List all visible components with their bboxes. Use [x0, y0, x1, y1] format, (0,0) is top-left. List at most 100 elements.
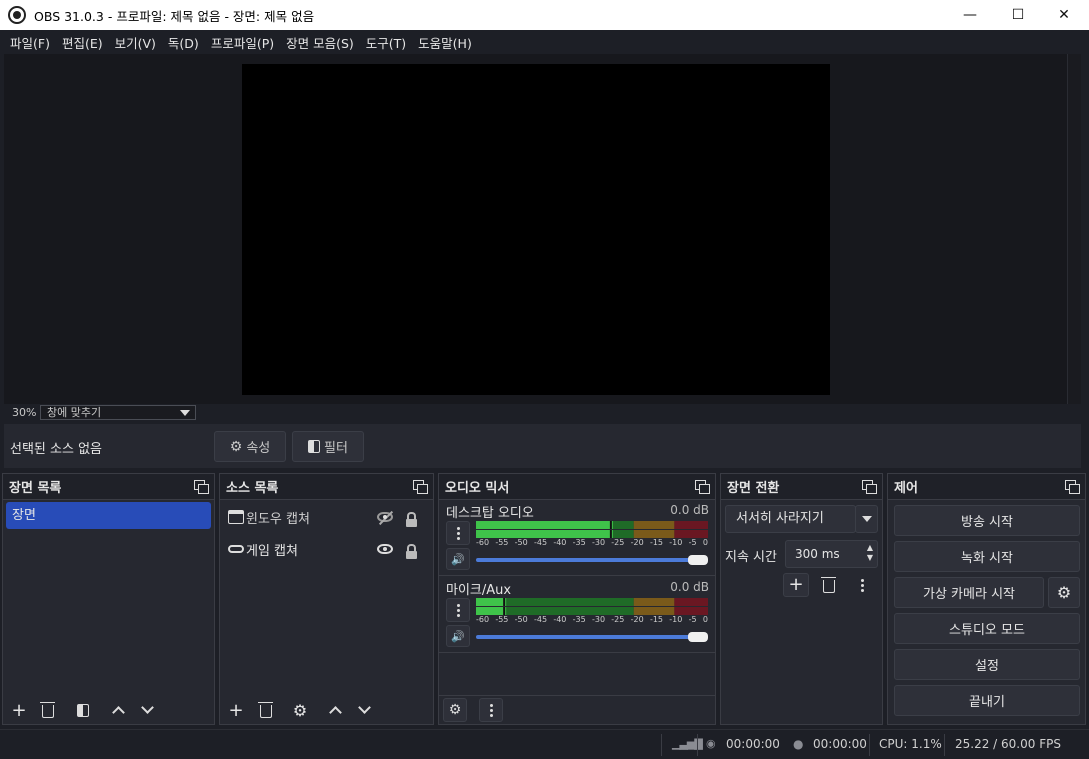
close-button[interactable]: ✕ [1041, 0, 1087, 30]
more-vertical-icon [456, 608, 460, 612]
preview-canvas[interactable] [242, 64, 830, 395]
spin-arrows-icon[interactable]: ▲ ▼ [867, 543, 873, 563]
studio-mode-button[interactable]: 스튜디오 모드 [894, 613, 1080, 644]
unlock-icon[interactable] [406, 512, 417, 527]
menu-view[interactable]: 보기(V) [109, 33, 162, 52]
move-scene-up-button[interactable] [105, 698, 131, 722]
gear-icon: ⚙ [292, 700, 308, 720]
eye-icon[interactable] [377, 544, 393, 554]
settings-button[interactable]: 설정 [894, 649, 1080, 680]
sources-list: 윈도우 캡쳐 게임 캡쳐 + ⚙ [220, 500, 433, 724]
start-virtual-camera-button[interactable]: 가상 카메라 시작 [894, 577, 1044, 608]
menu-docks[interactable]: 독(D) [162, 33, 205, 52]
fps-counter: 25.22 / 60.00 FPS [955, 737, 1061, 751]
slider-handle[interactable] [688, 555, 708, 565]
menu-profile[interactable]: 프로파일(P) [205, 33, 280, 52]
menu-edit[interactable]: 편집(E) [56, 33, 109, 52]
move-source-down-button[interactable] [351, 698, 377, 722]
meter-segment [674, 607, 708, 615]
source-item-game-capture[interactable]: 게임 캡쳐 [228, 536, 427, 562]
unlock-icon[interactable] [406, 544, 417, 559]
mixer-channels: 데스크탑 오디오 0.0 dB -60 -55 -50 -45 -40 -35 -30 -25… [439, 500, 715, 724]
controls-dock: 제어 방송 시작 녹화 시작 가상 카메라 시작 ⚙ 스튜디오 모드 설정 끝내… [887, 473, 1086, 725]
channel-name: 데스크탑 오디오 [446, 506, 534, 521]
tick-label: -60 [476, 538, 490, 547]
mute-button[interactable]: 🔊 [446, 625, 470, 647]
undock-icon[interactable] [413, 480, 428, 494]
menu-scene-collection[interactable]: 장면 모음(S) [280, 33, 360, 52]
source-item-window-capture[interactable]: 윈도우 캡쳐 [228, 504, 427, 530]
plus-icon: + [228, 699, 244, 721]
channel-db: 0.0 dB [670, 503, 709, 517]
eye-off-icon[interactable] [377, 512, 393, 522]
tick-label: -40 [553, 615, 567, 624]
stream-time: 00:00:00 [726, 737, 780, 751]
slider-handle[interactable] [688, 632, 708, 642]
remove-source-button[interactable] [253, 698, 279, 722]
tick-label: -55 [495, 538, 509, 547]
scene-item[interactable]: 장면 [6, 502, 211, 529]
chevron-down-icon [357, 701, 371, 714]
remove-scene-button[interactable] [35, 698, 61, 722]
tick-label: -15 [649, 538, 664, 547]
sources-dock: 소스 목록 윈도우 캡쳐 게임 캡쳐 + ⚙ [219, 473, 434, 725]
chevron-up-icon [328, 706, 342, 719]
advanced-audio-button[interactable]: ⚙ [443, 698, 467, 722]
tick-label: -45 [533, 538, 548, 547]
preview-vertical-scrollbar[interactable] [1067, 54, 1081, 404]
tick-label: -40 [553, 538, 567, 547]
volume-meter-bars [476, 521, 708, 538]
maximize-button[interactable]: ☐ [995, 0, 1041, 30]
undock-icon[interactable] [695, 480, 710, 494]
filters-button[interactable]: 필터 [292, 431, 364, 462]
preview-area[interactable] [4, 54, 1067, 404]
transition-menu-button[interactable] [849, 573, 875, 597]
add-scene-button[interactable]: + [6, 698, 32, 722]
menu-help[interactable]: 도움말(H) [412, 33, 478, 52]
meter-ticks: -60 -55 -50 -45 -40 -35 -30 -25 -20 -15 -10 -5 0 [476, 615, 708, 625]
add-transition-button[interactable]: + [783, 573, 809, 597]
minimize-button[interactable]: — [947, 0, 993, 30]
start-recording-button[interactable]: 녹화 시작 [894, 541, 1080, 572]
channel-name: 마이크/Aux [446, 583, 512, 598]
channel-menu-button[interactable] [446, 598, 470, 622]
volume-slider[interactable] [476, 632, 708, 642]
mixer-menu-button[interactable] [479, 698, 503, 722]
scene-filters-button[interactable] [70, 698, 96, 722]
exit-button[interactable]: 끝내기 [894, 685, 1080, 716]
transition-dropdown-button[interactable] [855, 505, 878, 533]
channel-menu-button[interactable] [446, 521, 470, 545]
add-source-button[interactable]: + [223, 698, 249, 722]
filters-label: 필터 [324, 441, 348, 456]
tick-label: -50 [514, 615, 528, 624]
tick-label: -60 [476, 615, 490, 624]
meter-segment [674, 521, 708, 529]
volume-slider[interactable] [476, 555, 708, 565]
duration-value: 300 ms [795, 547, 840, 561]
status-divider [661, 734, 662, 756]
mixer-channel-mic: 마이크/Aux 0.0 dB -60 -55 -50 -45 -40 -35 -30 -25-… [439, 577, 715, 653]
remove-transition-button[interactable] [816, 573, 842, 597]
source-properties-button[interactable]: ⚙ [287, 698, 313, 722]
transition-select[interactable]: 서서히 사라지기 [725, 505, 856, 533]
tick-label: -15 [649, 615, 664, 624]
transitions-header: 장면 전환 [721, 474, 882, 500]
transition-value: 서서히 사라지기 [736, 511, 824, 526]
move-scene-down-button[interactable] [134, 698, 160, 722]
virtual-camera-settings-button[interactable]: ⚙ [1048, 577, 1080, 608]
undock-icon[interactable] [194, 480, 209, 494]
move-source-up-button[interactable] [322, 698, 348, 722]
scenes-list: 장면 + [3, 500, 214, 724]
tick-label: -35 [572, 538, 586, 547]
properties-button[interactable]: ⚙ 속성 [214, 431, 286, 462]
trash-icon [258, 702, 273, 718]
mute-button[interactable]: 🔊 [446, 548, 470, 570]
zoom-mode-select[interactable]: 창에 맞추기 [40, 405, 196, 420]
duration-spinbox[interactable]: 300 ms ▲ ▼ [785, 540, 878, 568]
menu-tools[interactable]: 도구(T) [360, 33, 412, 52]
meter-segment [633, 530, 675, 538]
start-streaming-button[interactable]: 방송 시작 [894, 505, 1080, 536]
undock-icon[interactable] [862, 480, 877, 494]
undock-icon[interactable] [1065, 480, 1080, 494]
menu-file[interactable]: 파일(F) [4, 33, 56, 52]
